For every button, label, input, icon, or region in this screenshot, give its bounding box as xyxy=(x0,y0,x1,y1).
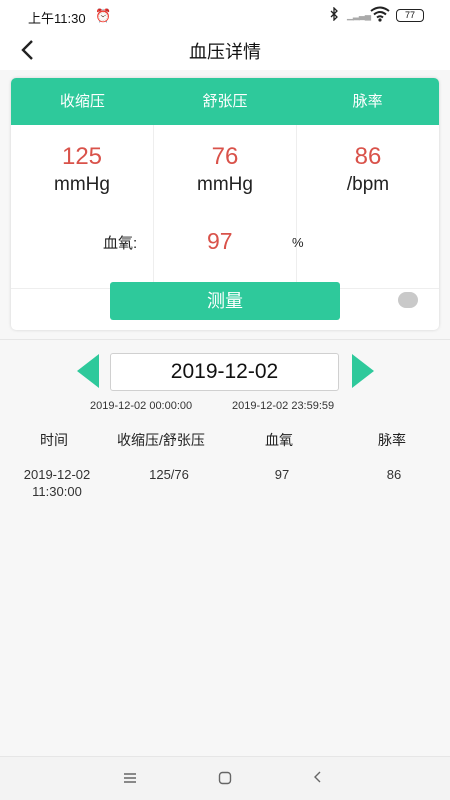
section-divider xyxy=(0,339,450,340)
status-bar: 上午11:30 ⏰ ▁▂▃▄ 77 xyxy=(0,0,450,32)
menu-icon[interactable] xyxy=(122,771,138,789)
home-icon[interactable] xyxy=(218,771,232,790)
table-cell-bp: 125/76 xyxy=(149,467,189,482)
table-header-spo2: 血氧 xyxy=(265,432,293,448)
next-date-button[interactable] xyxy=(352,354,374,388)
battery-icon: 77 xyxy=(396,9,424,22)
column-pulse-label: 脉率 xyxy=(352,93,383,110)
alarm-off-icon: ⏰ xyxy=(95,8,112,23)
table-cell-time: 2019-12-02 11:30:00 xyxy=(10,466,104,500)
page-title: 血压详情 xyxy=(189,42,261,62)
table-cell-date: 2019-12-02 xyxy=(23,467,91,482)
systolic-value: 125 xyxy=(61,143,103,170)
table-header-time: 时间 xyxy=(40,432,68,448)
prev-date-button[interactable] xyxy=(77,354,99,388)
table-cell-spo2: 97 xyxy=(274,467,290,482)
diastolic-value: 76 xyxy=(211,143,239,170)
back-icon[interactable] xyxy=(312,770,322,789)
measurement-card: 收缩压 舒张压 脉率 125 mmHg 76 mmHg 86 /bpm 血氧: … xyxy=(11,78,439,330)
diastolic-unit: mmHg xyxy=(197,174,253,195)
table-cell-pulse: 86 xyxy=(386,467,402,482)
spo2-value: 97 xyxy=(207,228,233,254)
signal-icon: ▁▂▃▄ xyxy=(347,10,371,20)
measure-button[interactable]: 测量 xyxy=(110,282,340,320)
pulse-cell: 86 /bpm xyxy=(297,125,439,289)
column-systolic-label: 收缩压 xyxy=(59,93,105,110)
wifi-icon xyxy=(370,6,390,27)
range-end-time: 2019-12-02 23:59:59 xyxy=(232,400,335,412)
values-row: 125 mmHg 76 mmHg 86 /bpm xyxy=(11,125,439,289)
systolic-cell: 125 mmHg xyxy=(11,125,154,289)
header: 血压详情 xyxy=(0,32,450,70)
diastolic-cell: 76 mmHg xyxy=(154,125,297,289)
table-header-pulse: 脉率 xyxy=(378,432,406,448)
systolic-unit: mmHg xyxy=(54,174,110,195)
card-header: 收缩压 舒张压 脉率 xyxy=(11,78,439,125)
bluetooth-icon xyxy=(330,6,339,24)
status-toggle[interactable] xyxy=(398,292,418,308)
table-header-bp: 收缩压/舒张压 xyxy=(117,432,205,448)
status-time: 上午11:30 xyxy=(28,11,86,26)
date-selector[interactable]: 2019-12-02 xyxy=(110,353,339,391)
table-cell-clock: 11:30:00 xyxy=(32,484,82,499)
spo2-label: 血氧: xyxy=(103,235,138,252)
spo2-unit: % xyxy=(292,235,304,250)
pulse-value: 86 xyxy=(354,143,382,170)
column-diastolic-label: 舒张压 xyxy=(202,93,248,110)
range-start-time: 2019-12-02 00:00:00 xyxy=(90,400,193,412)
system-nav-bar xyxy=(0,756,450,800)
pulse-unit: /bpm xyxy=(346,174,390,195)
